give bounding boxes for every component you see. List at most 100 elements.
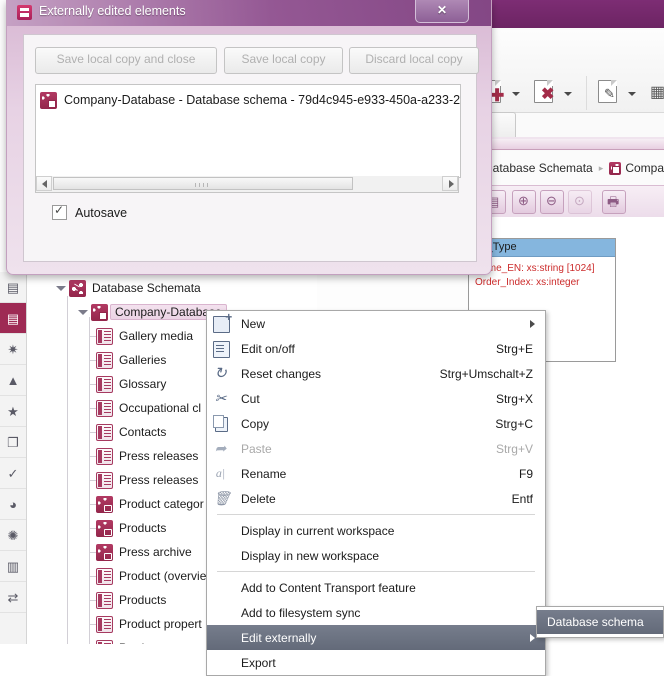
rail-item-sync[interactable]: ⇄ xyxy=(0,582,26,613)
scroll-right-button[interactable] xyxy=(442,176,458,191)
tree-node-item[interactable]: Products xyxy=(27,588,172,612)
magnifier-plus-icon: ⊕ xyxy=(518,193,529,208)
save-local-copy-button[interactable]: Save local copy xyxy=(224,47,343,74)
tree-node-company-database[interactable]: Company-Database xyxy=(27,300,227,324)
table-icon xyxy=(96,375,113,393)
scrollbar-thumb[interactable] xyxy=(53,177,353,190)
table-icon xyxy=(96,615,113,633)
tree-node-label: Occupational cl xyxy=(119,401,202,415)
rail-item-tasks[interactable]: ✓ xyxy=(0,458,26,489)
scroll-left-button[interactable] xyxy=(36,176,52,191)
link-table-icon xyxy=(96,543,113,561)
menu-item-reset-changes[interactable]: ↻ Reset changes Strg+Umschalt+Z xyxy=(207,361,545,386)
menu-item-copy[interactable]: Copy Strg+C xyxy=(207,411,545,436)
rail-item-briefcase[interactable]: ▥ xyxy=(0,551,26,582)
rail-item-users[interactable]: ▲ xyxy=(0,365,26,396)
menu-item-delete[interactable]: 🗑 Delete Entf xyxy=(207,486,545,511)
menu-item-add-to-filesystem-sync[interactable]: Add to filesystem sync xyxy=(207,600,545,625)
autosave-checkbox[interactable] xyxy=(52,203,67,220)
menu-item-export[interactable]: Export xyxy=(207,650,545,675)
briefcase-icon: ▥ xyxy=(6,558,20,574)
menu-shortcut: Strg+Umschalt+Z xyxy=(439,366,533,381)
menu-item-new[interactable]: New xyxy=(207,310,545,336)
zoom-out-button[interactable]: ⊖ xyxy=(540,190,564,214)
table-icon xyxy=(96,351,113,369)
print-button[interactable]: 🖶 xyxy=(602,190,626,214)
tree-node-item[interactable]: Glossary xyxy=(27,372,172,396)
delete-document-dropdown-arrow[interactable] xyxy=(564,92,572,96)
menu-icon-placeholder xyxy=(207,625,233,650)
menu-item-display-in-current-workspace[interactable]: Display in current workspace xyxy=(207,518,545,543)
delete-document-button[interactable]: ✖ xyxy=(534,78,568,108)
tree-node-item[interactable]: Gallery media xyxy=(27,324,199,348)
tree-node-item[interactable]: Press archive xyxy=(27,540,198,564)
tree-node-item[interactable]: Products xyxy=(27,516,172,540)
edit-document-dropdown-arrow[interactable] xyxy=(628,92,636,96)
table-icon xyxy=(96,327,113,345)
edit-document-button[interactable]: ✎ xyxy=(598,78,632,108)
plus-icon: ✚ xyxy=(490,86,505,105)
menu-item-edit-externally[interactable]: Edit externally xyxy=(207,625,545,650)
tree-node-item[interactable]: Contacts xyxy=(27,420,172,444)
new-document-dropdown-arrow[interactable] xyxy=(512,92,520,96)
zoom-reset-button[interactable]: ⊙ xyxy=(568,190,592,214)
menu-item-edit-on-off[interactable]: Edit on/off Strg+E xyxy=(207,336,545,361)
save-local-copy-and-close-button[interactable]: Save local copy and close xyxy=(35,47,217,74)
submenu-arrow-icon xyxy=(530,320,535,328)
rail-item-favorites[interactable]: ★ xyxy=(0,396,26,427)
context-menu[interactable]: New Edit on/off Strg+E ↻ Reset changes S… xyxy=(206,310,546,676)
dialog-close-button[interactable]: ✕ xyxy=(415,0,469,23)
autosave-checkbox-row[interactable]: Autosave xyxy=(52,203,127,220)
tree-node-item[interactable]: Occupational cl xyxy=(27,396,207,420)
breadcrumb-item-company[interactable]: Compa xyxy=(625,161,664,175)
breadcrumb-item-database-schemata[interactable]: Database Schemata xyxy=(484,161,593,175)
tree-node-item[interactable]: Product (overvie xyxy=(27,564,212,588)
tree-node-item[interactable]: Galleries xyxy=(27,348,172,372)
menu-shortcut: Strg+E xyxy=(495,341,533,356)
list-item[interactable]: Company-Database - Database schema - 79d… xyxy=(40,89,460,111)
externally-edited-icon xyxy=(17,5,32,20)
zoom-in-button[interactable]: ⊕ xyxy=(512,190,536,214)
breadcrumb: Database Schemata ▸ Compa xyxy=(470,151,664,185)
content-icon: ▤ xyxy=(6,310,20,326)
users-icon: ▲ xyxy=(6,372,20,388)
menu-item-rename[interactable]: a| Rename F9 xyxy=(207,461,545,486)
expand-arrow-icon[interactable] xyxy=(54,282,67,295)
magnifier-minus-icon: ⊖ xyxy=(546,193,557,208)
rail-item-content[interactable]: ▤ xyxy=(0,303,26,334)
tree-node-label: Press releases xyxy=(119,473,199,487)
scrollbar-grip xyxy=(195,183,211,187)
tree-node-item[interactable]: Press releases xyxy=(27,444,204,468)
tree-node-label: Products xyxy=(119,593,167,607)
rail-item-settings[interactable]: ✷ xyxy=(0,334,26,365)
tree-node-item[interactable]: Press releases xyxy=(27,468,204,492)
magnifier-icon: ⊙ xyxy=(574,193,585,208)
menu-item-add-to-content-transport-feature[interactable]: Add to Content Transport feature xyxy=(207,575,545,600)
tree-node-item[interactable]: Product categor xyxy=(27,492,210,516)
list-item-label: Company-Database - Database schema - 79d… xyxy=(64,93,461,107)
menu-icon-placeholder xyxy=(207,650,233,675)
rail-item-plugins[interactable]: ✺ xyxy=(0,520,26,551)
discard-local-copy-button[interactable]: Discard local copy xyxy=(349,47,479,74)
externally-edited-list[interactable]: Company-Database - Database schema - 79d… xyxy=(35,84,461,178)
rename-icon: a| xyxy=(215,466,226,480)
tree-node-root[interactable]: Database Schemata xyxy=(27,276,207,300)
puzzle-icon: ✺ xyxy=(7,527,19,543)
navigation-rail: ▤ ▤ ✷ ▲ ★ ❐ ✓ ◕ ✺ ▥ ⇄ xyxy=(0,272,27,644)
menu-item-display-in-new-workspace[interactable]: Display in new workspace xyxy=(207,543,545,568)
menu-shortcut: Strg+C xyxy=(495,416,533,431)
edit-externally-submenu[interactable]: Database schema xyxy=(536,606,664,638)
menu-item-cut[interactable]: ✂ Cut Strg+X xyxy=(207,386,545,411)
grid-view-button[interactable]: ▦ xyxy=(648,78,664,108)
tree-node-item[interactable]: Product propert xyxy=(27,612,208,636)
check-icon: ✓ xyxy=(7,465,19,481)
rail-item-history[interactable]: ◕ xyxy=(0,489,26,520)
rail-item-structure[interactable]: ▤ xyxy=(0,272,26,303)
chevron-right-icon: ▸ xyxy=(598,162,604,173)
tree-node-item[interactable]: Product propert xyxy=(27,636,208,644)
expand-arrow-icon[interactable] xyxy=(76,306,89,319)
submenu-item-database-schema[interactable]: Database schema xyxy=(537,610,663,634)
horizontal-scrollbar[interactable] xyxy=(35,176,459,193)
entity-field-name-en: Name_EN: xs:string [1024] xyxy=(475,263,595,274)
rail-item-copy[interactable]: ❐ xyxy=(0,427,26,458)
